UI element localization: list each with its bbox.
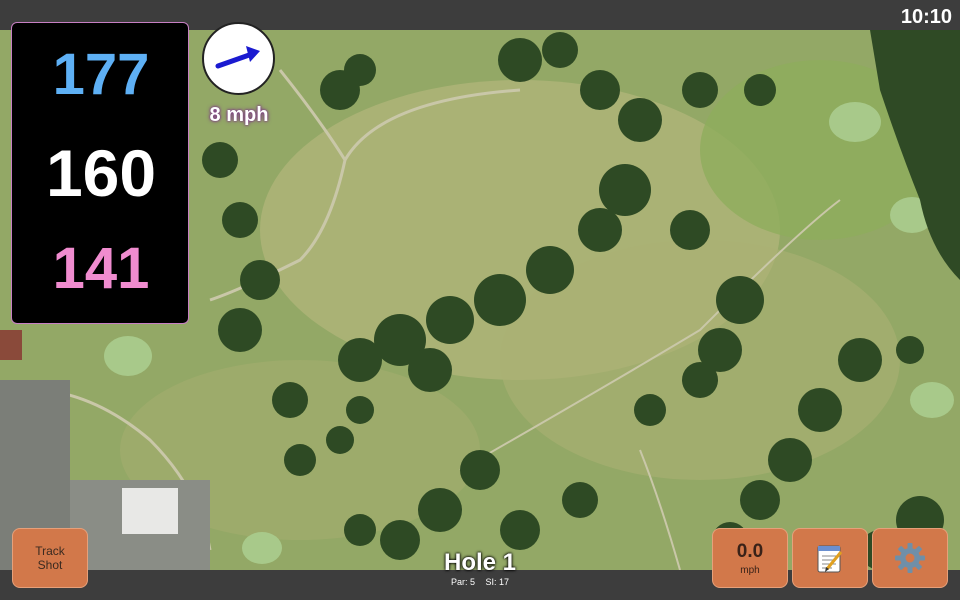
hole-meta: Par: 5 SI: 17 (380, 577, 580, 587)
notepad-icon (817, 545, 843, 573)
hole-par: Par: 5 (450, 577, 475, 587)
hole-stroke-index: SI: 17 (485, 577, 510, 587)
track-shot-button[interactable]: Track Shot (12, 528, 88, 588)
speed-button[interactable]: 0.0 mph (712, 528, 788, 588)
back-distance: 177 (52, 42, 150, 107)
gear-icon (895, 543, 925, 573)
wind-indicator (202, 22, 275, 95)
speed-value: 0.0 (736, 540, 764, 562)
middle-distance: 160 (45, 136, 157, 210)
arrow-right-icon (215, 46, 260, 69)
clock: 10:10 (900, 6, 952, 28)
distance-panel: 177 160 141 (11, 22, 189, 324)
wind-speed: 8 mph (209, 104, 269, 126)
speed-unit: mph (740, 564, 760, 576)
front-distance: 141 (52, 236, 150, 301)
notes-button[interactable] (792, 528, 868, 588)
settings-button[interactable] (872, 528, 948, 588)
hole-title: Hole 1 (443, 549, 517, 576)
track-shot-label: Track Shot (35, 544, 65, 572)
